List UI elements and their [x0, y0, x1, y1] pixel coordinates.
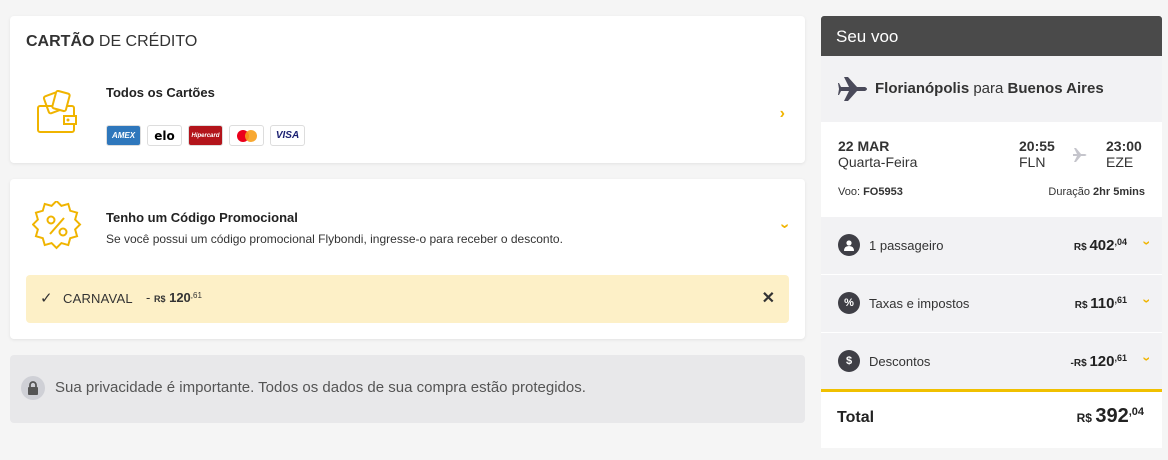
chevron-right-icon[interactable]: ›	[780, 105, 785, 123]
panel-header: Seu voo	[821, 16, 1162, 56]
flight-date: 22 MAR	[838, 138, 890, 154]
passenger-row[interactable]: 1 passageiro R$ 402,04 ›	[821, 216, 1162, 274]
percent-icon: %	[838, 292, 860, 314]
total-price: R$ 392,04	[1076, 405, 1144, 427]
taxes-price: R$ 110,61	[1074, 295, 1127, 312]
applied-promo-code: ✓ CARNAVAL - R$ 120,61 ✕	[26, 275, 789, 323]
arrive-time: 23:00	[1106, 138, 1142, 154]
depart-time: 20:55	[1019, 138, 1055, 154]
promo-title: Tenho um Código Promocional	[106, 210, 298, 225]
flight-duration: Duração 2hr 5mins	[1048, 186, 1145, 198]
passenger-price: R$ 402,04	[1073, 237, 1127, 254]
discount-badge-icon	[32, 201, 82, 250]
chevron-down-icon[interactable]: ›	[1140, 357, 1156, 362]
promo-code-name: CARNAVAL	[63, 291, 133, 306]
total-row: Total R$ 392,04	[821, 389, 1162, 448]
hipercard-icon: Hipercard	[188, 125, 223, 146]
chevron-down-icon[interactable]: ›	[775, 223, 793, 228]
chevron-down-icon[interactable]: ›	[1140, 241, 1156, 246]
promo-discount-amount: - R$ 120,61	[146, 290, 202, 305]
taxes-row[interactable]: % Taxas e impostos R$ 110,61 ›	[821, 274, 1162, 332]
flight-details: 22 MAR Quarta-Feira 20:55 FLN 23:00 EZE …	[821, 122, 1162, 216]
wallet-icon	[37, 90, 77, 133]
flight-number: Voo: FO5953	[838, 186, 903, 198]
total-label: Total	[837, 409, 875, 426]
privacy-text: Sua privacidade é importante. Todos os d…	[55, 379, 586, 396]
plane-icon	[1073, 148, 1087, 162]
lock-icon	[21, 376, 45, 400]
flight-weekday: Quarta-Feira	[838, 154, 918, 170]
section-title: CARTÃO DE CRÉDITO	[26, 33, 198, 50]
route-text: Florianópolis para Buenos Aires	[875, 80, 1104, 97]
privacy-notice: Sua privacidade é importante. Todos os d…	[10, 355, 805, 423]
credit-card-section: CARTÃO DE CRÉDITO Todos os Cartões AMEX …	[10, 16, 805, 163]
route: Florianópolis para Buenos Aires	[821, 56, 1162, 122]
elo-icon: elo	[147, 125, 182, 146]
promo-code-section: Tenho um Código Promocional Se você poss…	[10, 179, 805, 339]
row-label: Taxas e impostos	[869, 296, 970, 311]
discounts-price: -R$ 120,61	[1070, 353, 1127, 370]
remove-promo-button[interactable]: ✕	[762, 288, 775, 308]
visa-icon: VISA	[270, 125, 305, 146]
check-icon: ✓	[40, 290, 53, 307]
arrive-code: EZE	[1106, 154, 1134, 170]
promo-description: Se você possui um código promocional Fly…	[106, 232, 563, 246]
flight-summary-panel: Seu voo Florianópolis para Buenos Aires …	[821, 16, 1162, 448]
dollar-icon: $	[838, 350, 860, 372]
row-label: Descontos	[869, 354, 931, 369]
row-label: 1 passageiro	[869, 238, 944, 253]
mastercard-icon	[229, 125, 264, 146]
chevron-down-icon[interactable]: ›	[1140, 299, 1156, 304]
amex-icon: AMEX	[106, 125, 141, 146]
all-cards-label: Todos os Cartões	[106, 85, 215, 100]
depart-code: FLN	[1019, 154, 1046, 170]
plane-icon	[838, 77, 867, 101]
discounts-row[interactable]: $ Descontos -R$ 120,61 ›	[821, 332, 1162, 390]
card-brands: AMEX elo Hipercard VISA	[106, 125, 305, 146]
user-icon	[838, 234, 860, 256]
